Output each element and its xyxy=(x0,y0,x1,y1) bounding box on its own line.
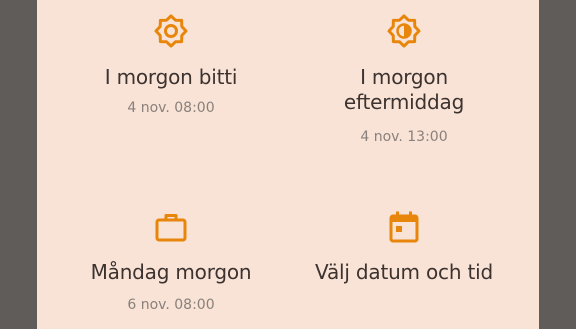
option-title: I morgon eftermiddag xyxy=(343,65,465,114)
sun-icon xyxy=(154,14,188,48)
sun-half-icon xyxy=(387,14,421,48)
option-title: I morgon bitti xyxy=(104,65,238,89)
calendar-icon xyxy=(387,210,421,244)
briefcase-icon xyxy=(154,210,188,244)
option-time: 6 nov. 08:00 xyxy=(127,297,215,313)
option-time: 4 nov. 13:00 xyxy=(360,129,448,145)
option-time: 4 nov. 08:00 xyxy=(127,100,215,116)
option-monday-morning[interactable]: Måndag morgon 6 nov. 08:00 xyxy=(56,196,286,329)
option-title: Måndag morgon xyxy=(90,260,252,284)
option-title: Välj datum och tid xyxy=(315,260,493,284)
snooze-dialog: I morgon bitti 4 nov. 08:00 I morgon eft… xyxy=(37,0,539,329)
option-pick-date-time[interactable]: Välj datum och tid xyxy=(289,196,519,329)
option-tomorrow-afternoon[interactable]: I morgon eftermiddag 4 nov. 13:00 xyxy=(289,0,519,170)
option-tomorrow-morning[interactable]: I morgon bitti 4 nov. 08:00 xyxy=(56,0,286,170)
